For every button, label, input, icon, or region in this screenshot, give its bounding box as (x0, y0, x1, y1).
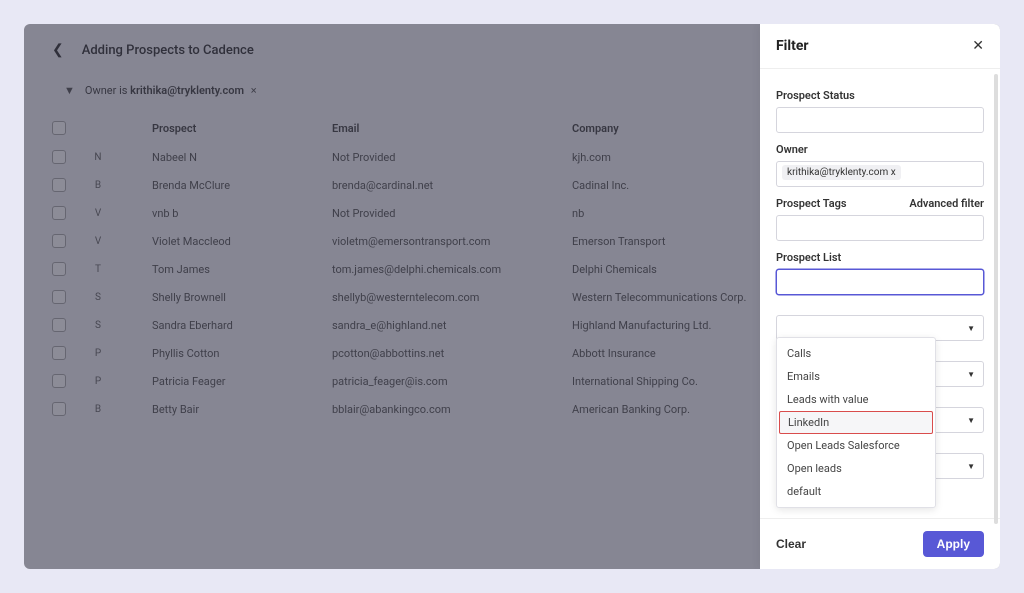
label-owner: Owner (776, 143, 984, 156)
label-prospect-tags: Prospect Tags Advanced filter (776, 197, 984, 210)
owner-tag-text: krithika@tryklenty.com x (787, 167, 896, 178)
prospect-tags-input[interactable] (776, 215, 984, 241)
chevron-down-icon: ▼ (967, 370, 975, 379)
label-prospect-list: Prospect List (776, 251, 984, 264)
dropdown-item[interactable]: Emails (777, 365, 935, 388)
advanced-filter-link[interactable]: Advanced filter (909, 197, 984, 210)
apply-button[interactable]: Apply (923, 531, 984, 557)
scrollbar[interactable] (994, 74, 998, 524)
app-window: ❮ Adding Prospects to Cadence ▼ Owner is… (24, 24, 1000, 569)
label-prospect-status: Prospect Status (776, 89, 984, 102)
chevron-down-icon: ▼ (967, 416, 975, 425)
filter-panel: Filter ✕ Prospect Status Owner krithika@… (760, 24, 1000, 569)
dropdown-item[interactable]: Open Leads Salesforce (777, 434, 935, 457)
chevron-down-icon: ▼ (967, 324, 975, 333)
filter-footer: Clear Apply (760, 518, 1000, 569)
prospect-list-input[interactable] (776, 269, 984, 295)
dropdown-item[interactable]: LinkedIn (779, 411, 933, 434)
clear-button[interactable]: Clear (776, 537, 806, 551)
owner-tag-chip[interactable]: krithika@tryklenty.com x (782, 165, 901, 180)
close-icon[interactable]: ✕ (972, 38, 984, 54)
dropdown-item[interactable]: Calls (777, 342, 935, 365)
filter-header: Filter ✕ (760, 24, 1000, 69)
owner-input[interactable]: krithika@tryklenty.com x (776, 161, 984, 187)
filter-body: Prospect Status Owner krithika@tryklenty… (760, 69, 1000, 518)
dropdown-item[interactable]: default (777, 480, 935, 503)
filter-title: Filter (776, 38, 809, 54)
tags-label-text: Prospect Tags (776, 197, 847, 210)
chevron-down-icon: ▼ (967, 462, 975, 471)
dropdown-item[interactable]: Leads with value (777, 388, 935, 411)
prospect-list-dropdown[interactable]: CallsEmailsLeads with valueLinkedInOpen … (776, 337, 936, 508)
dropdown-item[interactable]: Open leads (777, 457, 935, 480)
prospect-status-input[interactable] (776, 107, 984, 133)
